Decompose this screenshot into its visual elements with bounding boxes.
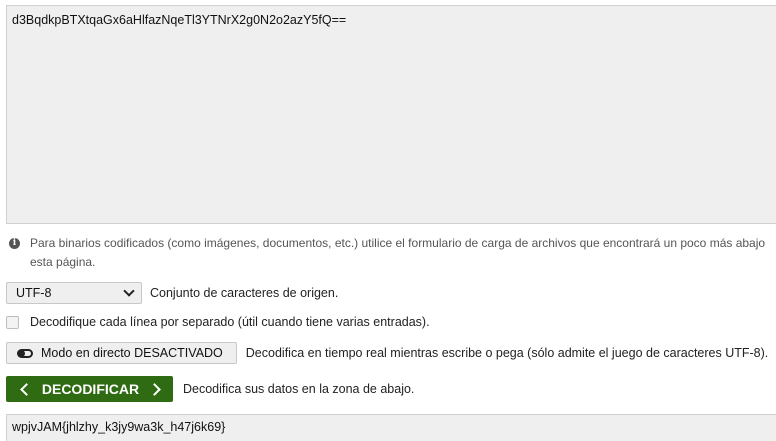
live-mode-row: Modo en directo DESACTIVADO Decodifica e… [6, 342, 768, 364]
live-mode-button[interactable]: Modo en directo DESACTIVADO [6, 342, 237, 364]
encoded-input-textarea[interactable]: d3BqdkpBTXtqaGx6aHlfazNqeTl3YTNrX2g0N2o2… [6, 5, 776, 224]
charset-label: Conjunto de caracteres de origen. [150, 286, 339, 300]
info-icon: i [9, 238, 20, 249]
line-by-line-checkbox[interactable] [6, 315, 19, 329]
charset-selected-value: UTF-8 [16, 286, 52, 300]
chevron-right-icon [148, 382, 161, 396]
toggle-off-icon [17, 348, 33, 358]
file-upload-notice: i Para binarios codificados (como imágen… [9, 234, 774, 272]
decode-row: DECODIFICAR Decodifica sus datos en la z… [6, 376, 414, 402]
live-mode-description: Decodifica en tiempo real mientras escri… [245, 346, 769, 360]
charset-select[interactable]: UTF-8 [6, 282, 142, 304]
chevron-left-icon [20, 382, 33, 396]
line-by-line-label[interactable]: Decodifique cada línea por separado (úti… [30, 315, 430, 329]
decoded-output-textarea[interactable]: wpjvJAM{jhlzhy_k3jy9wa3k_h47j6k69} [6, 414, 776, 441]
chevron-down-icon [123, 285, 135, 297]
decode-button-label: DECODIFICAR [41, 381, 140, 397]
live-mode-button-label: Modo en directo DESACTIVADO [41, 346, 223, 360]
charset-row: UTF-8 Conjunto de caracteres de origen. [6, 282, 338, 304]
line-by-line-row: Decodifique cada línea por separado (úti… [6, 315, 430, 329]
decode-description: Decodifica sus datos en la zona de abajo… [183, 382, 415, 396]
file-upload-notice-text: Para binarios codificados (como imágenes… [30, 236, 766, 269]
decoder-page: d3BqdkpBTXtqaGx6aHlfazNqeTl3YTNrX2g0N2o2… [0, 0, 776, 441]
decode-button[interactable]: DECODIFICAR [6, 376, 173, 402]
